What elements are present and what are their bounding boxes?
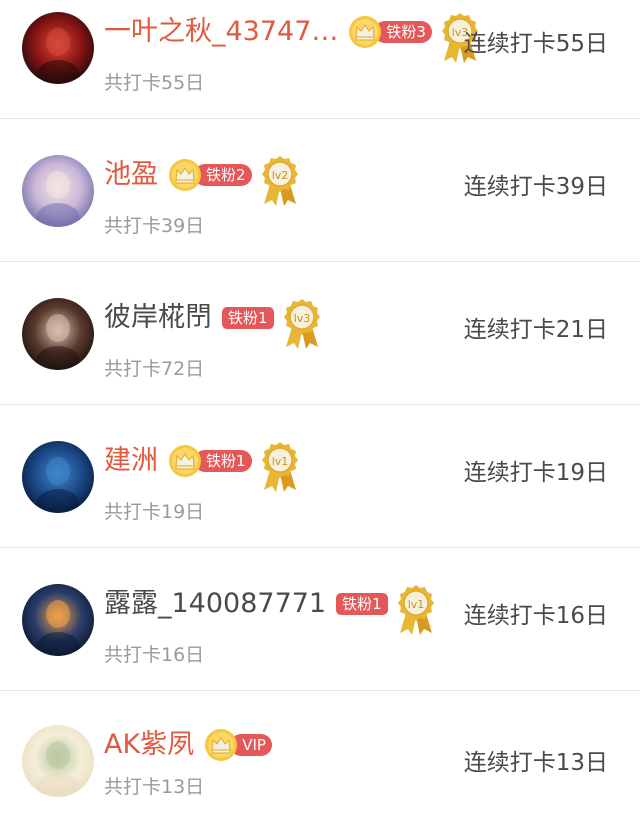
fan-badge: 铁粉1 [336, 591, 388, 617]
level-medal-icon: lv1 [396, 583, 436, 637]
avatar[interactable] [22, 441, 94, 513]
streak-checkin-text: 连续打卡39日 [463, 174, 608, 200]
user-name[interactable]: 露露_140087771 [104, 584, 326, 624]
crown-icon [349, 16, 382, 48]
fan-badge-label: 铁粉3 [374, 21, 432, 43]
fan-badge-label: 铁粉1 [336, 593, 388, 615]
crown-icon [205, 729, 238, 761]
user-name[interactable]: 彼岸椛閅 [104, 298, 212, 338]
level-medal-icon: lv1 [260, 440, 300, 494]
streak-checkin-text: 连续打卡13日 [463, 750, 608, 776]
user-name[interactable]: AK紫夙 [104, 725, 194, 765]
fan-badge-label: 铁粉2 [194, 164, 252, 186]
svg-text:lv1: lv1 [407, 598, 424, 611]
svg-text:lv2: lv2 [271, 169, 288, 182]
total-checkin-text: 共打卡72日 [104, 358, 205, 380]
streak-checkin-text: 连续打卡55日 [463, 31, 608, 57]
streak-checkin-text: 连续打卡21日 [463, 317, 608, 343]
svg-text:lv1: lv1 [271, 455, 288, 468]
avatar[interactable] [22, 12, 94, 84]
streak-checkin-text: 连续打卡16日 [463, 603, 608, 629]
user-name[interactable]: 建洲 [104, 441, 158, 481]
svg-text:lv3: lv3 [293, 312, 310, 325]
total-checkin-text: 共打卡19日 [104, 501, 205, 523]
fan-badge: 铁粉3 [348, 16, 432, 48]
crown-icon [169, 445, 201, 477]
list-item[interactable]: 池盈 铁粉2 lv2 共打卡39日 连续打卡39日 [0, 119, 640, 262]
checkin-list: 一叶之秋_43747… 铁粉3 lv3 共打卡55日 连续打卡55日 池盈 铁粉… [0, 0, 640, 834]
user-name[interactable]: 一叶之秋_43747… [104, 12, 338, 52]
crown-icon [169, 159, 201, 191]
fan-badge: 铁粉1 [168, 445, 252, 477]
total-checkin-text: 共打卡16日 [104, 644, 205, 666]
fan-badge: 铁粉2 [168, 159, 252, 191]
list-item[interactable]: 建洲 铁粉1 lv1 共打卡19日 连续打卡19日 [0, 405, 640, 548]
user-name[interactable]: 池盈 [104, 155, 158, 195]
fan-badge: 铁粉1 [222, 305, 274, 331]
vip-badge: VIP [204, 729, 272, 761]
list-item[interactable]: 一叶之秋_43747… 铁粉3 lv3 共打卡55日 连续打卡55日 [0, 0, 640, 119]
level-medal-icon: lv2 [260, 154, 300, 208]
total-checkin-text: 共打卡39日 [104, 215, 205, 237]
list-item[interactable]: 露露_140087771 铁粉1 lv1 共打卡16日 连续打卡16日 [0, 548, 640, 691]
avatar[interactable] [22, 155, 94, 227]
avatar[interactable] [22, 298, 94, 370]
streak-checkin-text: 连续打卡19日 [463, 460, 608, 486]
avatar[interactable] [22, 725, 94, 797]
avatar[interactable] [22, 584, 94, 656]
fan-badge-label: 铁粉1 [222, 307, 274, 329]
list-item[interactable]: 彼岸椛閅 铁粉1 lv3 共打卡72日 连续打卡21日 [0, 262, 640, 405]
list-item[interactable]: AK紫夙 VIP 共打卡13日 连续打卡13日 [0, 691, 640, 834]
level-medal-icon: lv3 [282, 297, 322, 351]
fan-badge-label: 铁粉1 [194, 450, 252, 472]
total-checkin-text: 共打卡55日 [104, 72, 205, 94]
